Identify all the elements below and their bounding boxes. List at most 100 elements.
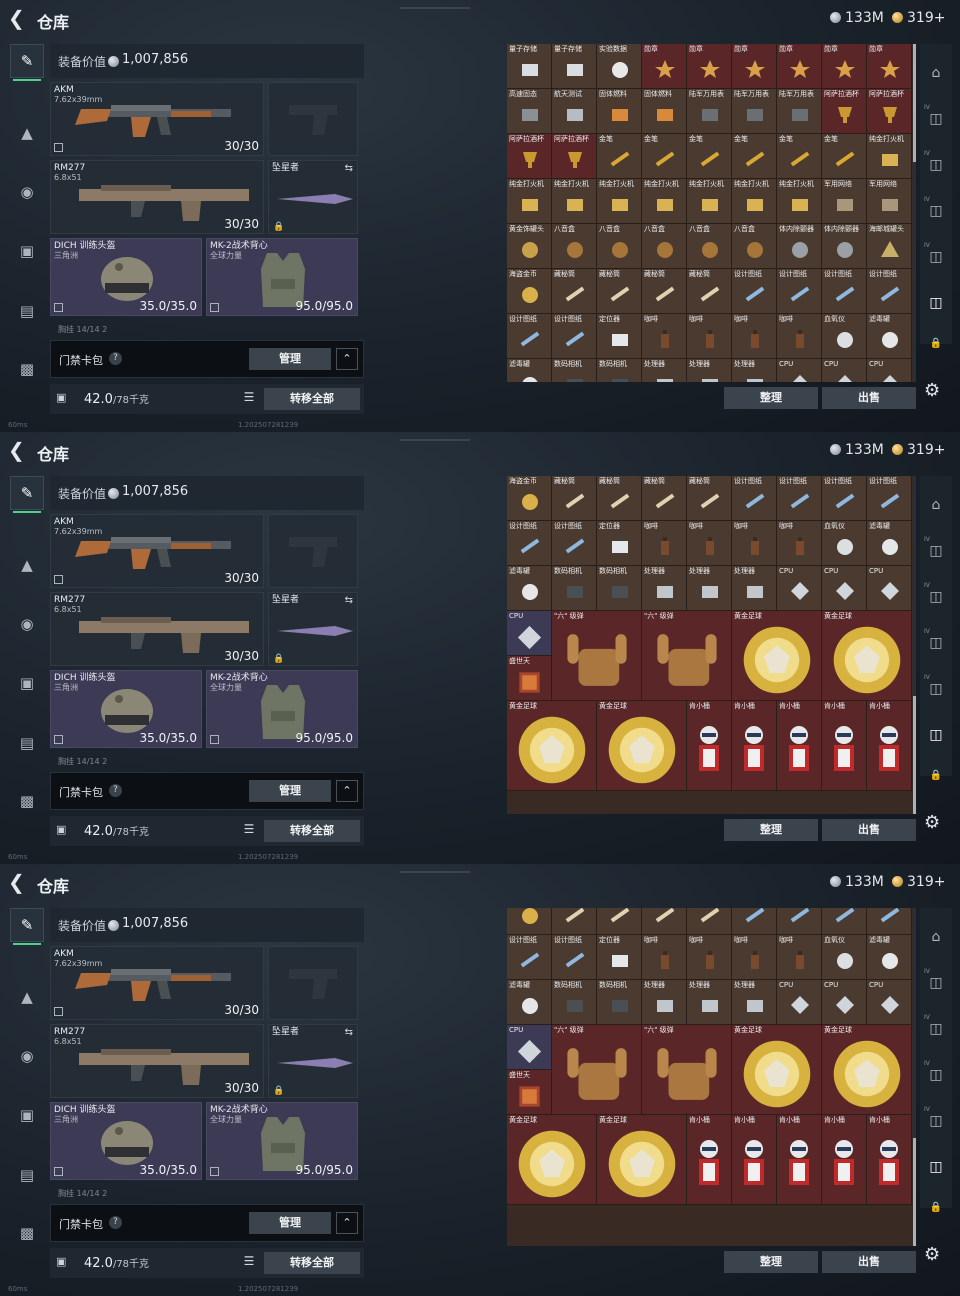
storage-tab-icon[interactable]: IV ◫ — [922, 580, 950, 614]
gold-currency[interactable]: 319+ — [892, 442, 945, 458]
storage-tab-icon[interactable]: IV ◫ — [922, 534, 950, 568]
grid-item[interactable]: 藏秘筒 — [687, 908, 732, 935]
grid-item[interactable]: CPU — [867, 980, 912, 1025]
grid-item-large[interactable]: 黄金足球 — [507, 701, 597, 791]
grid-item[interactable]: 咖啡 — [777, 314, 822, 359]
grid-item[interactable]: CPU — [777, 980, 822, 1025]
grid-item[interactable]: 设计图纸 — [822, 908, 867, 935]
grid-item-large[interactable]: 黄金足球 — [507, 1115, 597, 1205]
grid-item[interactable]: 固体燃料 — [642, 89, 687, 134]
grid-item-large[interactable]: 肯小桶 — [777, 701, 822, 791]
grid-item[interactable]: 滤毒罐 — [507, 566, 552, 611]
grid-item[interactable]: 纯金打火机 — [597, 179, 642, 224]
grid-item[interactable]: 处理器 — [687, 566, 732, 611]
melee-slot[interactable]: 坠星者 ⇆ 🔒 — [268, 1024, 358, 1098]
grid-item[interactable]: CPU — [867, 359, 912, 382]
sell-button[interactable]: 出售 — [822, 1251, 916, 1273]
helmet-slot[interactable]: DICH 训练头盔 三角洲 35.0/35.0 — [50, 670, 202, 748]
grid-item-large[interactable]: "六" 级弹 — [642, 611, 732, 701]
grid-item[interactable]: 设计图纸 — [822, 269, 867, 314]
grid-item[interactable]: 纯金打火机 — [687, 179, 732, 224]
briefcase-icon[interactable]: ▩ — [10, 784, 44, 818]
grid-item[interactable]: 处理器 — [642, 359, 687, 382]
grid-item[interactable]: 八音盒 — [597, 224, 642, 269]
grid-item[interactable]: 金笔 — [732, 134, 777, 179]
grid-item[interactable]: 设计图纸 — [552, 314, 597, 359]
grid-scrollbar[interactable] — [913, 908, 916, 1246]
grid-item[interactable]: 八音盒 — [687, 224, 732, 269]
backpack-icon[interactable]: ▣ — [10, 234, 44, 268]
grid-item[interactable]: 咖啡 — [642, 935, 687, 980]
grid-item[interactable]: 黄金饰罐头 — [507, 224, 552, 269]
storage-home-icon[interactable]: ⌂ — [922, 920, 950, 954]
grid-item-large[interactable]: 肯小桶 — [822, 701, 867, 791]
grid-scrollbar[interactable] — [913, 476, 916, 814]
expand-icon[interactable] — [54, 735, 63, 744]
grid-item[interactable]: 滤毒罐 — [867, 521, 912, 566]
transfer-all-button[interactable]: 转移全部 — [264, 1252, 360, 1274]
grid-item[interactable]: 咖啡 — [777, 935, 822, 980]
sort-button[interactable]: 整理 — [724, 387, 818, 409]
grid-item[interactable]: 陆军万用表 — [777, 89, 822, 134]
secondary-weapon-slot[interactable]: RM277 6.8x51 30/30 — [50, 160, 264, 234]
grid-item[interactable]: 设计图纸 — [507, 521, 552, 566]
grid-item[interactable]: 处理器 — [642, 566, 687, 611]
grid-item-large[interactable]: 肯小桶 — [687, 1115, 732, 1205]
expand-icon[interactable] — [210, 735, 219, 744]
sidearm-slot[interactable] — [268, 82, 358, 156]
grid-item[interactable]: 设计图纸 — [732, 908, 777, 935]
chevron-up-icon[interactable]: ⌃ — [336, 1212, 358, 1234]
grid-item[interactable]: 血氧仪 — [822, 935, 867, 980]
transfer-all-button[interactable]: 转移全部 — [264, 820, 360, 842]
grid-item[interactable]: 纯金打火机 — [552, 179, 597, 224]
grid-item-large[interactable]: 黄金足球 — [732, 611, 822, 701]
melee-slot[interactable]: 坠星者 ⇆ 🔒 — [268, 592, 358, 666]
grid-item[interactable]: 藏秘筒 — [642, 476, 687, 521]
back-arrow-icon[interactable]: ❮ — [8, 872, 25, 892]
storage-tab-icon[interactable]: IV ◫ — [922, 1104, 950, 1138]
grid-item-large[interactable]: 肯小桶 — [777, 1115, 822, 1205]
grid-item[interactable]: 藏秘筒 — [552, 476, 597, 521]
grid-item[interactable]: 藏秘筒 — [597, 476, 642, 521]
manage-button[interactable]: 管理 — [249, 780, 331, 802]
grid-item[interactable]: 咖啡 — [687, 314, 732, 359]
grid-item[interactable]: 滤毒罐 — [867, 935, 912, 980]
grid-item[interactable]: 八音盒 — [642, 224, 687, 269]
helmet-slot[interactable]: DICH 训练头盔 三角洲 35.0/35.0 — [50, 1102, 202, 1180]
armor-icon[interactable]: ▲ — [10, 980, 44, 1014]
grid-item-large[interactable]: 黄金足球 — [822, 1025, 912, 1115]
back-arrow-icon[interactable]: ❮ — [8, 8, 25, 28]
transfer-all-button[interactable]: 转移全部 — [264, 388, 360, 410]
grid-item[interactable]: 勋章 — [642, 44, 687, 89]
grid-item[interactable]: 藏秘筒 — [642, 908, 687, 935]
grid-item-large[interactable]: 肯小桶 — [732, 701, 777, 791]
grid-item[interactable]: 量子存储 — [507, 44, 552, 89]
grid-item-large[interactable]: 肯小桶 — [867, 1115, 912, 1205]
storage-tab-icon[interactable]: IV ◫ — [922, 194, 950, 228]
grid-item[interactable]: 金笔 — [597, 134, 642, 179]
grid-item[interactable]: 设计图纸 — [507, 935, 552, 980]
grid-item[interactable]: 定位器 — [597, 935, 642, 980]
grid-item[interactable]: 藏秘筒 — [597, 269, 642, 314]
list-icon[interactable]: ☰ — [240, 390, 258, 408]
storage-tab-icon[interactable]: IV ◫ — [922, 672, 950, 706]
grid-item[interactable]: 设计图纸 — [732, 476, 777, 521]
expand-icon[interactable] — [54, 143, 63, 152]
list-icon[interactable]: ☰ — [240, 822, 258, 840]
sort-button[interactable]: 整理 — [724, 1251, 818, 1273]
grid-item-large[interactable]: "六" 级弹 — [552, 611, 642, 701]
swap-icon[interactable]: ⇆ — [345, 163, 353, 174]
armor-icon[interactable]: ▲ — [10, 116, 44, 150]
grid-item-large[interactable]: 肯小桶 — [732, 1115, 777, 1205]
grid-item[interactable]: 陆军万用表 — [732, 89, 777, 134]
grid-scroll-thumb[interactable] — [913, 1137, 916, 1246]
grid-item[interactable]: 金笔 — [642, 134, 687, 179]
chevron-up-icon[interactable]: ⌃ — [336, 780, 358, 802]
vest-icon[interactable]: ▤ — [10, 294, 44, 328]
gun-icon[interactable]: ✎ — [10, 908, 44, 945]
grid-item[interactable]: 设计图纸 — [777, 908, 822, 935]
grid-item[interactable]: 咖啡 — [777, 521, 822, 566]
storage-tab-icon[interactable]: IV ◫ — [922, 240, 950, 274]
grid-item[interactable]: 勋章 — [777, 44, 822, 89]
grid-item[interactable]: 血氧仪 — [822, 521, 867, 566]
